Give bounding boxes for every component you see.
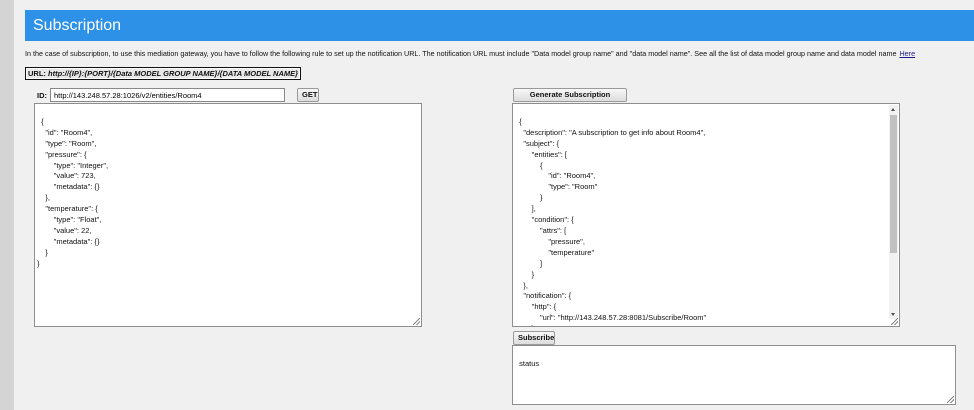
subscription-json-textarea[interactable]: { "description": "A subscription to get … — [512, 103, 900, 327]
status-text: status — [519, 358, 540, 368]
generate-subscription-sample-button[interactable]: Generate Subscription Sample — [513, 88, 627, 111]
entity-json-textarea[interactable]: { "id": "Room4", "type": "Room", "pressu… — [34, 103, 422, 327]
subscription-json-content: { "description": "A subscription to get … — [519, 116, 707, 326]
subscribe-button[interactable]: Subscribe — [513, 331, 555, 345]
url-rule-box: URL: http://{IP}:{PORT}/{Data MODEL GROU… — [25, 67, 302, 80]
intro-description: In the case of subscription, to use this… — [25, 49, 897, 58]
id-input[interactable] — [50, 88, 285, 102]
resize-grip-icon[interactable] — [891, 318, 898, 325]
url-rule-template: http://{IP}:{PORT}/{Data MODEL GROUP NAM… — [48, 69, 299, 78]
arrow-down-icon[interactable] — [891, 313, 895, 316]
id-label: ID: — [37, 91, 47, 100]
page-title: Subscription — [25, 10, 974, 41]
entity-json-content: { "id": "Room4", "type": "Room", "pressu… — [37, 116, 109, 268]
status-textarea[interactable]: status — [512, 345, 956, 405]
resize-grip-icon[interactable] — [413, 318, 420, 325]
get-button[interactable]: GET — [297, 88, 319, 102]
url-rule-label: URL: — [28, 69, 46, 78]
here-link[interactable]: Here — [899, 49, 915, 58]
scroll-thumb[interactable] — [890, 115, 897, 253]
resize-grip-icon[interactable] — [947, 396, 954, 403]
intro-text: In the case of subscription, to use this… — [25, 49, 970, 59]
arrow-up-icon[interactable] — [891, 108, 895, 111]
subscription-scrollbar[interactable] — [889, 105, 898, 319]
